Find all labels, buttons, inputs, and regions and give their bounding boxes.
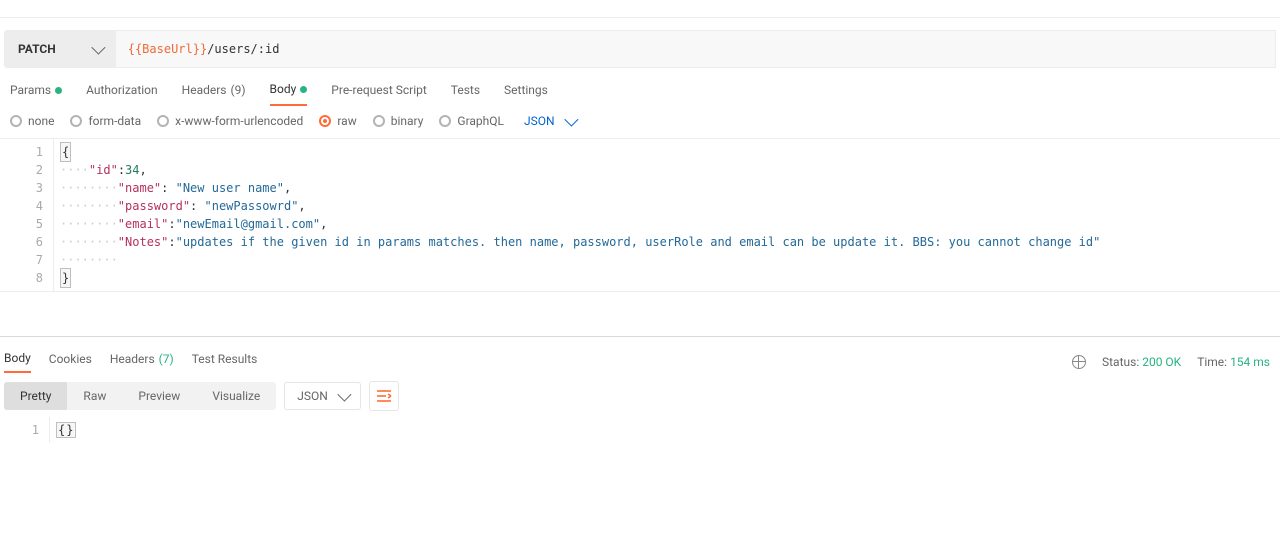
response-status-value: 200 OK — [1142, 355, 1181, 369]
response-body-editor[interactable]: 1 {} — [0, 417, 1280, 443]
tab-params-label: Params — [10, 83, 51, 97]
resp-tab-cookies-label: Cookies — [49, 352, 92, 366]
response-toolbar: Pretty Raw Preview Visualize JSON — [0, 373, 1280, 417]
url-variable: {{BaseUrl}} — [128, 42, 207, 56]
request-bar: PATCH {{BaseUrl}}/users/:id — [4, 30, 1276, 68]
response-tabs-row: Body Cookies Headers (7) Test Results St… — [0, 337, 1280, 373]
body-type-row: none form-data x-www-form-urlencoded raw… — [0, 106, 1280, 138]
http-method-label: PATCH — [18, 42, 56, 56]
tab-tests[interactable]: Tests — [451, 83, 480, 105]
code-pane[interactable]: {} — [50, 417, 1280, 443]
dot-indicator-icon — [300, 86, 307, 93]
response-format-label: JSON — [297, 389, 328, 403]
response-status: Status: 200 OK — [1102, 355, 1181, 369]
tab-prerequest-label: Pre-request Script — [331, 83, 426, 97]
tab-headers-label: Headers — [182, 83, 227, 97]
view-pretty[interactable]: Pretty — [4, 382, 67, 410]
tab-settings[interactable]: Settings — [504, 83, 548, 105]
chevron-down-icon — [91, 41, 105, 55]
chevron-down-icon — [337, 388, 351, 402]
body-type-raw-label: raw — [337, 114, 356, 128]
wrap-icon — [376, 389, 392, 403]
resp-tab-test-results[interactable]: Test Results — [192, 351, 258, 373]
editor-bottom-space — [0, 292, 1280, 332]
radio-icon — [439, 115, 451, 127]
wrap-lines-button[interactable] — [369, 381, 399, 411]
body-type-binary[interactable]: binary — [373, 114, 424, 128]
chevron-down-icon — [564, 113, 578, 127]
tab-authorization[interactable]: Authorization — [86, 83, 158, 105]
body-type-binary-label: binary — [391, 114, 424, 128]
response-view-mode: Pretty Raw Preview Visualize — [4, 382, 276, 410]
top-spacer — [0, 0, 1280, 18]
tab-body-label: Body — [270, 82, 297, 96]
view-preview[interactable]: Preview — [122, 382, 196, 410]
url-input[interactable]: {{BaseUrl}}/users/:id — [116, 30, 1276, 68]
body-type-formdata[interactable]: form-data — [70, 114, 141, 128]
body-type-urlencoded-label: x-www-form-urlencoded — [175, 114, 303, 128]
tab-params[interactable]: Params — [10, 83, 62, 105]
response-meta: Status: 200 OK Time: 154 ms — [1072, 355, 1270, 369]
tab-settings-label: Settings — [504, 83, 548, 97]
tab-body[interactable]: Body — [270, 82, 308, 106]
body-type-none-label: none — [28, 114, 54, 128]
line-gutter: 12345678 — [0, 139, 54, 291]
body-format-select[interactable]: JSON — [524, 114, 575, 128]
http-method-select[interactable]: PATCH — [4, 30, 116, 68]
resp-tab-test-results-label: Test Results — [192, 352, 258, 366]
response-format-select[interactable]: JSON — [284, 382, 361, 410]
resp-tab-body[interactable]: Body — [4, 351, 31, 373]
code-pane[interactable]: {····"id":34,········"name": "New user n… — [54, 139, 1280, 291]
tab-headers[interactable]: Headers (9) — [182, 83, 246, 105]
resp-tab-headers-count: (7) — [159, 352, 174, 366]
radio-icon — [373, 115, 385, 127]
response-time-value: 154 ms — [1230, 355, 1270, 369]
request-tabs: Params Authorization Headers (9) Body Pr… — [0, 68, 1280, 106]
line-gutter: 1 — [0, 417, 50, 443]
response-time-label: Time: — [1197, 355, 1227, 369]
dot-indicator-icon — [55, 87, 62, 94]
body-type-graphql-label: GraphQL — [457, 114, 504, 128]
radio-icon — [157, 115, 169, 127]
body-type-none[interactable]: none — [10, 114, 54, 128]
body-format-label: JSON — [524, 114, 555, 128]
request-body-editor[interactable]: 12345678 {····"id":34,········"name": "N… — [0, 138, 1280, 292]
radio-icon — [319, 115, 331, 127]
view-raw[interactable]: Raw — [67, 382, 122, 410]
tab-headers-count: (9) — [231, 83, 246, 97]
body-type-urlencoded[interactable]: x-www-form-urlencoded — [157, 114, 303, 128]
tab-prerequest[interactable]: Pre-request Script — [331, 83, 426, 105]
resp-tab-headers-label: Headers — [110, 352, 155, 366]
body-type-graphql[interactable]: GraphQL — [439, 114, 504, 128]
response-time: Time: 154 ms — [1197, 355, 1270, 369]
radio-icon — [70, 115, 82, 127]
response-tabs: Body Cookies Headers (7) Test Results — [4, 351, 257, 373]
tab-tests-label: Tests — [451, 83, 480, 97]
resp-tab-body-label: Body — [4, 351, 31, 365]
resp-tab-cookies[interactable]: Cookies — [49, 351, 92, 373]
globe-icon[interactable] — [1072, 355, 1086, 369]
body-type-formdata-label: form-data — [88, 114, 141, 128]
radio-icon — [10, 115, 22, 127]
url-path: /users/:id — [207, 42, 279, 56]
view-visualize[interactable]: Visualize — [196, 382, 276, 410]
response-body-content: {} — [56, 422, 76, 438]
tab-authorization-label: Authorization — [86, 83, 158, 97]
body-type-raw[interactable]: raw — [319, 114, 356, 128]
resp-tab-headers[interactable]: Headers (7) — [110, 351, 174, 373]
response-status-label: Status: — [1102, 355, 1139, 369]
